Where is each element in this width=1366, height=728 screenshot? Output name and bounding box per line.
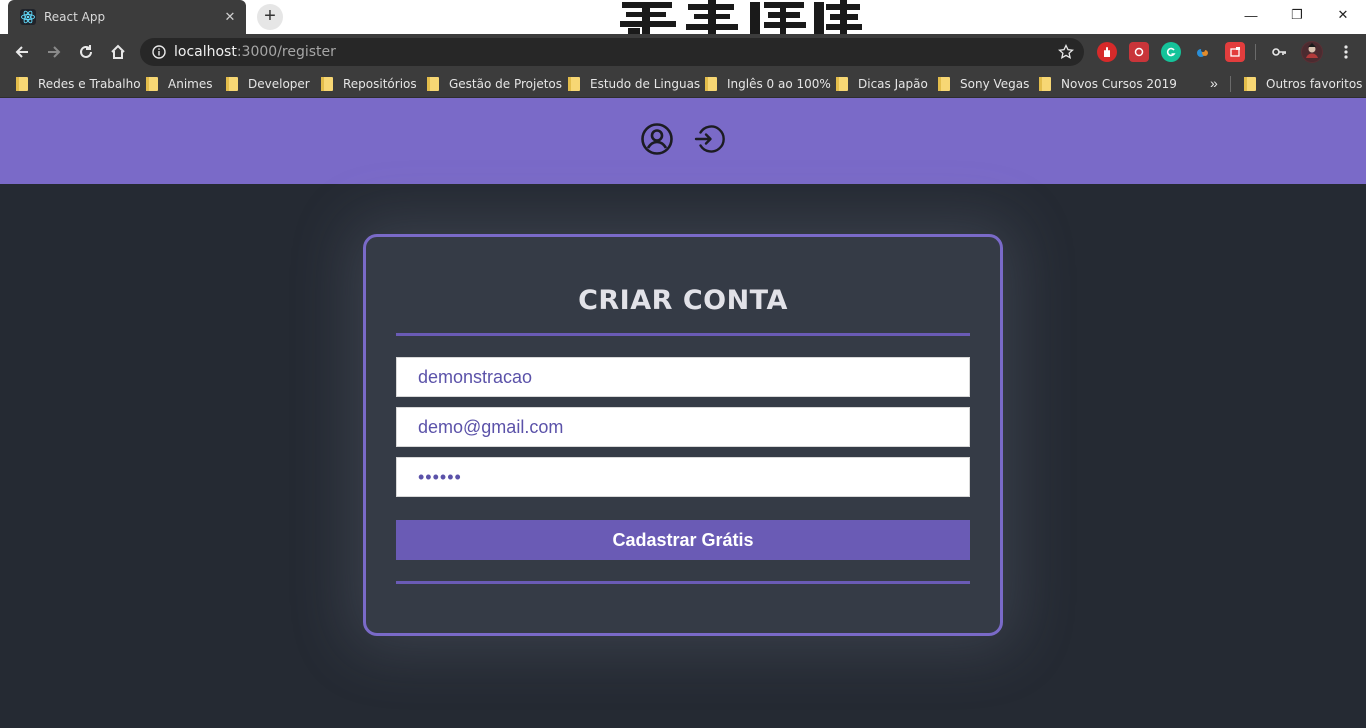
- bookmark-folder[interactable]: Estudo de Linguas: [568, 76, 700, 92]
- bookmark-folder[interactable]: Animes: [146, 76, 212, 92]
- folder-icon: [1039, 77, 1051, 91]
- title-divider: [396, 333, 970, 336]
- bookmark-label: Inglês 0 ao 100%: [727, 77, 831, 91]
- key-icon[interactable]: [1269, 42, 1289, 62]
- folder-icon: [16, 77, 28, 91]
- address-bar[interactable]: localhost:3000/register: [140, 38, 1084, 66]
- register-title: CRIAR CONTA: [578, 285, 788, 316]
- toolbar-separator: [1255, 44, 1256, 60]
- folder-icon: [427, 77, 439, 91]
- bookmark-label: Redes e Trabalho: [38, 77, 141, 91]
- bookmark-label: Gestão de Projetos: [449, 77, 563, 91]
- bookmark-folder[interactable]: Inglês 0 ao 100%: [705, 76, 831, 92]
- browser-titlebar: React App ✕ + — ❐ ✕: [0, 0, 1366, 34]
- bookmark-label: Dicas Japão: [858, 77, 928, 91]
- home-icon[interactable]: [106, 40, 130, 64]
- email-input[interactable]: demo@gmail.com: [396, 407, 970, 447]
- theme-artwork: [618, 0, 864, 34]
- tab-close-icon[interactable]: ✕: [222, 9, 238, 25]
- bookmark-star-icon[interactable]: [1058, 44, 1074, 60]
- more-bookmarks-icon[interactable]: »: [1210, 75, 1218, 91]
- forward-icon[interactable]: [42, 40, 66, 64]
- url-host: localhost: [174, 44, 237, 60]
- bookmark-label: Novos Cursos 2019: [1061, 77, 1177, 91]
- restore-button[interactable]: ❐: [1274, 0, 1320, 30]
- main-content: CRIAR CONTA demonstracao demo@gmail.com …: [0, 184, 1366, 728]
- folder-icon: [568, 77, 580, 91]
- browser-tab-react-app[interactable]: React App ✕: [8, 0, 246, 34]
- bookmark-label: Estudo de Linguas: [590, 77, 701, 91]
- bookmark-label: Outros favoritos: [1266, 77, 1363, 91]
- bookmark-folder[interactable]: Sony Vegas: [938, 76, 1029, 92]
- bookmark-folder[interactable]: Redes e Trabalho: [16, 76, 141, 92]
- colorpick-icon[interactable]: [1193, 42, 1213, 62]
- bookmark-folder[interactable]: Developer: [226, 76, 310, 92]
- adblock-icon[interactable]: [1097, 42, 1117, 62]
- folder-icon: [1244, 77, 1256, 91]
- user-circle-icon[interactable]: [640, 122, 674, 156]
- bookmark-folder[interactable]: Repositórios: [321, 76, 417, 92]
- grammarly-icon[interactable]: [1161, 42, 1181, 62]
- folder-icon: [321, 77, 333, 91]
- browser-menu-icon[interactable]: [1334, 40, 1358, 64]
- folder-icon: [226, 77, 238, 91]
- react-icon: [20, 9, 36, 25]
- bookmark-label: Developer: [248, 77, 310, 91]
- register-submit-button[interactable]: Cadastrar Grátis: [396, 520, 970, 560]
- profile-avatar[interactable]: [1301, 41, 1323, 63]
- bookmark-label: Animes: [168, 77, 213, 91]
- sign-in-icon[interactable]: [692, 122, 726, 156]
- name-input[interactable]: demonstracao: [396, 357, 970, 397]
- url-path: :3000/register: [236, 44, 336, 60]
- new-tab-button[interactable]: +: [257, 4, 283, 30]
- other-bookmarks-folder[interactable]: Outros favoritos: [1244, 76, 1362, 92]
- folder-icon: [836, 77, 848, 91]
- password-input[interactable]: ••••••: [396, 457, 970, 497]
- bookmarks-separator: [1230, 76, 1231, 92]
- bottom-divider: [396, 581, 970, 584]
- window-controls: — ❐ ✕: [1228, 0, 1366, 30]
- close-window-button[interactable]: ✕: [1320, 0, 1366, 30]
- photo-extension-icon[interactable]: [1129, 42, 1149, 62]
- app-header: [0, 98, 1366, 184]
- browser-toolbar: localhost:3000/register: [0, 34, 1366, 70]
- bookmark-folder[interactable]: Dicas Japão: [836, 76, 928, 92]
- tab-title: React App: [44, 10, 106, 24]
- register-form: CRIAR CONTA demonstracao demo@gmail.com …: [363, 234, 1003, 636]
- bookmark-label: Repositórios: [343, 77, 417, 91]
- folder-icon: [705, 77, 717, 91]
- bookmark-label: Sony Vegas: [960, 77, 1030, 91]
- bookmark-folder[interactable]: Gestão de Projetos: [427, 76, 562, 92]
- folder-icon: [146, 77, 158, 91]
- site-info-icon[interactable]: [152, 45, 166, 59]
- minimize-button[interactable]: —: [1228, 0, 1274, 30]
- reload-icon[interactable]: [74, 40, 98, 64]
- folder-icon: [938, 77, 950, 91]
- bookmark-folder[interactable]: Novos Cursos 2019: [1039, 76, 1177, 92]
- bookmarks-bar: Redes e Trabalho Animes Developer Reposi…: [0, 70, 1366, 98]
- screenshot-icon[interactable]: [1225, 42, 1245, 62]
- back-icon[interactable]: [10, 40, 34, 64]
